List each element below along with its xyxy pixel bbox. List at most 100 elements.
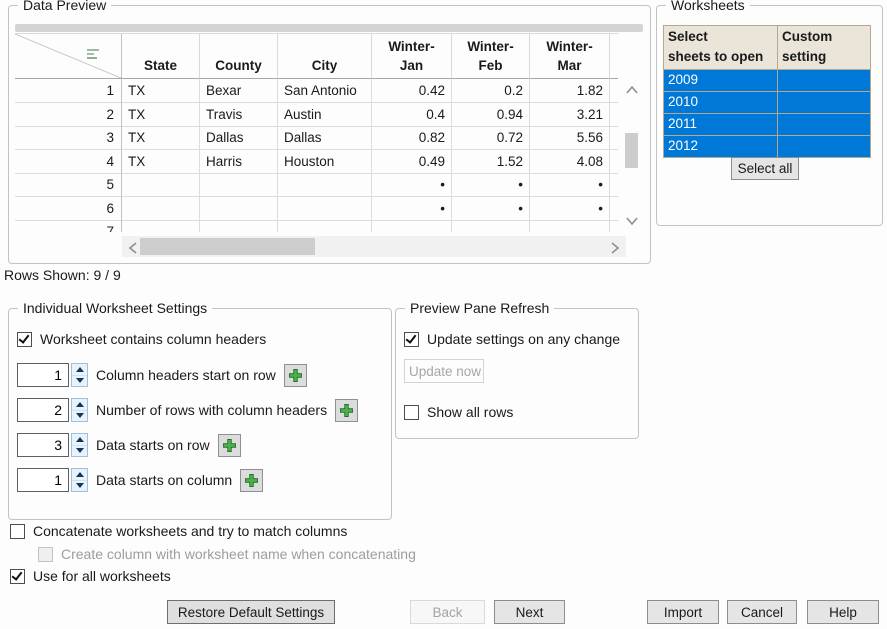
spinner-buttons xyxy=(71,398,88,422)
chevron-left-icon[interactable] xyxy=(129,242,137,254)
custom-setting-cell xyxy=(778,70,870,91)
column-format-icon xyxy=(87,49,99,61)
update-settings-on-change-checkbox[interactable]: Update settings on any change xyxy=(404,331,620,347)
column-header-state[interactable]: State xyxy=(122,34,200,79)
plus-icon xyxy=(287,367,304,384)
column-headers-start-row-add-button[interactable] xyxy=(284,364,307,387)
select-all-button[interactable]: Select all xyxy=(731,157,799,180)
cell-state xyxy=(122,173,200,197)
table-row[interactable]: 3 TX Dallas Dallas 0.82 0.72 5.56 xyxy=(15,126,618,150)
data-starts-on-row-input[interactable] xyxy=(17,433,69,457)
column-header-county[interactable]: County xyxy=(200,34,278,79)
table-row[interactable]: 4 TX Harris Houston 0.49 1.52 4.08 xyxy=(15,150,618,174)
cell-winter-feb: • xyxy=(452,173,530,197)
chevron-right-icon[interactable] xyxy=(611,242,619,254)
column-resize-bar[interactable] xyxy=(15,24,643,32)
worksheet-name: 2012 xyxy=(664,136,778,157)
spinner-up-icon[interactable] xyxy=(72,434,87,445)
table-row[interactable]: 5 • • • xyxy=(15,173,618,197)
table-row[interactable]: 2 TX Travis Austin 0.4 0.94 3.21 xyxy=(15,103,618,127)
data-starts-on-row-add-button[interactable] xyxy=(218,434,241,457)
help-button[interactable]: Help xyxy=(807,600,879,624)
individual-worksheet-settings-group: Individual Worksheet Settings Worksheet … xyxy=(8,308,392,520)
column-headers-start-row-setting: Column headers start on row xyxy=(17,363,307,387)
checkbox-disabled[interactable] xyxy=(38,547,53,562)
show-all-rows-checkbox[interactable]: Show all rows xyxy=(404,404,513,420)
next-button[interactable]: Next xyxy=(494,600,565,624)
cell-state: TX xyxy=(122,103,200,127)
cell-winter-mar: • xyxy=(530,173,610,197)
spinner-down-icon[interactable] xyxy=(72,480,87,492)
restore-default-settings-button[interactable]: Restore Default Settings xyxy=(167,600,335,624)
cell-winter-feb: 0.94 xyxy=(452,103,530,127)
checkbox-label: Update settings on any change xyxy=(427,331,620,347)
spinner-down-icon[interactable] xyxy=(72,410,87,422)
back-button[interactable]: Back xyxy=(410,600,485,624)
horizontal-scrollbar[interactable] xyxy=(122,236,626,257)
cell-filler xyxy=(610,79,618,103)
cell-city: Dallas xyxy=(278,126,372,150)
checkbox-label: Create column with worksheet name when c… xyxy=(61,546,416,562)
horizontal-scrollbar-thumb[interactable] xyxy=(140,238,315,255)
cell-winter-jan: 0.4 xyxy=(372,103,452,127)
data-starts-on-column-input[interactable] xyxy=(17,468,69,492)
table-row[interactable]: 7 xyxy=(15,220,618,232)
checkbox-checked[interactable] xyxy=(10,569,25,584)
checkbox-unchecked[interactable] xyxy=(10,524,25,539)
spinner-up-icon[interactable] xyxy=(72,469,87,480)
import-button[interactable]: Import xyxy=(647,600,719,624)
worksheet-name: 2009 xyxy=(664,70,778,91)
cell-state: TX xyxy=(122,126,200,150)
cell-county: Dallas xyxy=(200,126,278,150)
preview-pane-refresh-group: Preview Pane Refresh Update settings on … xyxy=(395,308,639,439)
cell-county xyxy=(200,173,278,197)
use-for-all-worksheets-checkbox[interactable]: Use for all worksheets xyxy=(10,568,171,584)
worksheet-row-2011[interactable]: 2011 xyxy=(664,113,870,135)
spinner-up-icon[interactable] xyxy=(72,364,87,375)
row-number: 1 xyxy=(15,79,122,103)
checkbox-checked[interactable] xyxy=(17,332,32,347)
cell-county xyxy=(200,220,278,232)
checkbox-unchecked[interactable] xyxy=(404,405,419,420)
chevron-down-icon[interactable] xyxy=(626,217,638,225)
column-header-winter-jan[interactable]: Winter- Jan xyxy=(372,34,452,79)
column-headers-start-row-input[interactable] xyxy=(17,363,69,387)
column-header-winter-feb[interactable]: Winter- Feb xyxy=(452,34,530,79)
worksheet-row-2012[interactable]: 2012 xyxy=(664,135,870,157)
cell-filler xyxy=(610,150,618,174)
create-column-with-worksheet-name-checkbox[interactable]: Create column with worksheet name when c… xyxy=(38,546,416,562)
rows-with-headers-add-button[interactable] xyxy=(335,399,358,422)
column-header-city[interactable]: City xyxy=(278,34,372,79)
worksheet-row-2010[interactable]: 2010 xyxy=(664,91,870,113)
cancel-button[interactable]: Cancel xyxy=(727,600,797,624)
spinner-up-icon[interactable] xyxy=(72,399,87,410)
table-corner-cell[interactable] xyxy=(15,34,122,79)
concatenate-worksheets-checkbox[interactable]: Concatenate worksheets and try to match … xyxy=(10,523,347,539)
vertical-scrollbar[interactable] xyxy=(620,78,644,231)
rows-with-headers-input[interactable] xyxy=(17,398,69,422)
settings-title: Individual Worksheet Settings xyxy=(18,299,212,317)
spinner-down-icon[interactable] xyxy=(72,375,87,387)
cell-county: Bexar xyxy=(200,79,278,103)
worksheet-row-2009[interactable]: 2009 xyxy=(664,69,870,91)
chevron-up-icon[interactable] xyxy=(626,86,638,94)
column-header-winter-mar[interactable]: Winter- Mar xyxy=(530,34,610,79)
cell-winter-jan: 0.49 xyxy=(372,150,452,174)
cell-county xyxy=(200,197,278,221)
cell-winter-feb: 0.2 xyxy=(452,79,530,103)
cell-filler xyxy=(610,220,618,232)
data-starts-on-column-add-button[interactable] xyxy=(240,469,263,492)
update-now-button[interactable]: Update now xyxy=(404,359,484,383)
spinner-down-icon[interactable] xyxy=(72,445,87,457)
worksheets-group: Worksheets Select sheets to open Custom … xyxy=(656,5,883,226)
worksheets-table: Select sheets to open Custom setting 200… xyxy=(663,25,871,158)
plus-icon xyxy=(221,437,238,454)
vertical-scrollbar-thumb[interactable] xyxy=(625,133,638,168)
table-row[interactable]: 6 • • • xyxy=(15,197,618,221)
checkbox-checked[interactable] xyxy=(404,332,419,347)
row-number: 3 xyxy=(15,126,122,150)
cell-state: TX xyxy=(122,79,200,103)
table-row[interactable]: 1 TX Bexar San Antonio 0.42 0.2 1.82 xyxy=(15,79,618,103)
cell-city: Austin xyxy=(278,103,372,127)
worksheet-contains-headers-checkbox[interactable]: Worksheet contains column headers xyxy=(17,331,266,347)
